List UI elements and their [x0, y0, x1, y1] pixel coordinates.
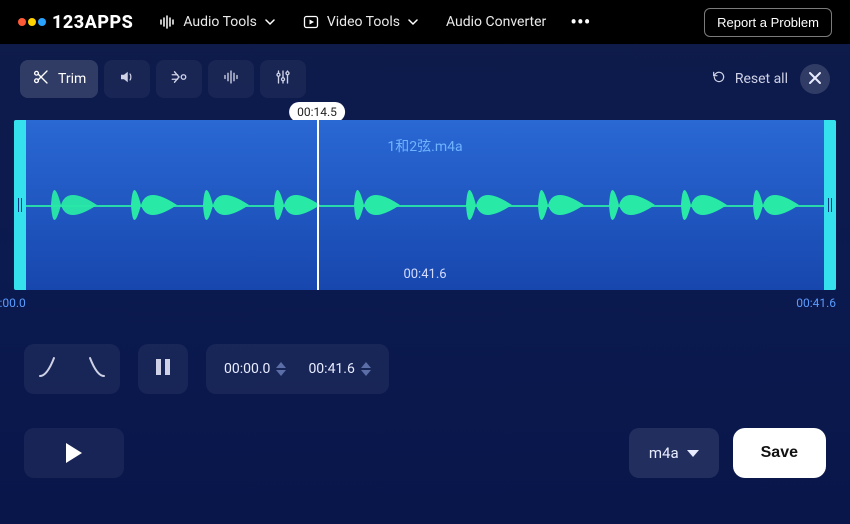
playhead-line[interactable] — [317, 120, 319, 290]
waveform[interactable]: 1和2弦.m4a 00:41.6 — [14, 120, 836, 290]
app-logo[interactable]: 123APPS — [18, 12, 133, 33]
playhead-time-bubble: 00:14.5 — [289, 102, 345, 122]
equalizer-icon — [274, 68, 292, 90]
trim-start-up[interactable] — [276, 362, 286, 368]
trim-end-up[interactable] — [361, 362, 371, 368]
crossfade-button[interactable] — [138, 344, 188, 394]
menu-audio-tools[interactable]: Audio Tools — [145, 0, 289, 44]
tool-speed[interactable] — [156, 60, 202, 98]
trim-controls: 00:00.0 00:41.6 — [0, 310, 850, 394]
chevron-down-icon — [408, 17, 418, 27]
fade-out-icon — [75, 356, 105, 382]
pitch-icon — [222, 68, 240, 90]
timeline-labels: 00:00.0 00:41.6 — [0, 296, 836, 310]
trim-start-control[interactable]: 00:00.0 — [224, 361, 286, 377]
menu-audio-converter-label: Audio Converter — [446, 14, 546, 30]
menu-video-tools[interactable]: Video Tools — [289, 0, 432, 44]
trim-end-value: 00:41.6 — [308, 361, 354, 377]
reset-all-button[interactable]: Reset all — [711, 69, 788, 89]
volume-icon — [118, 68, 136, 90]
tool-trim[interactable]: Trim — [20, 60, 98, 98]
report-problem-button[interactable]: Report a Problem — [704, 8, 832, 37]
waveform-icon — [159, 14, 175, 30]
brand-text: 123APPS — [52, 12, 133, 33]
trim-end-control[interactable]: 00:41.6 — [308, 361, 370, 377]
fade-in-icon — [39, 356, 69, 382]
trim-handle-right[interactable] — [824, 120, 836, 290]
trim-start-value: 00:00.0 — [224, 361, 270, 377]
tool-pitch[interactable] — [208, 60, 254, 98]
scissors-icon — [32, 68, 50, 90]
undo-icon — [711, 69, 727, 89]
play-button[interactable] — [24, 428, 124, 478]
tool-trim-label: Trim — [58, 71, 86, 87]
chevron-down-icon — [687, 450, 699, 457]
tool-volume[interactable] — [104, 60, 150, 98]
bottom-bar: m4a Save — [0, 394, 850, 478]
play-icon — [66, 443, 82, 463]
save-button[interactable]: Save — [733, 428, 826, 478]
timeline-end-label: 00:41.6 — [796, 296, 836, 310]
reset-all-label: Reset all — [735, 71, 788, 87]
trim-handle-left[interactable] — [14, 120, 26, 290]
trim-start-down[interactable] — [276, 370, 286, 376]
menu-audio-converter[interactable]: Audio Converter — [432, 0, 560, 44]
trim-end-down[interactable] — [361, 370, 371, 376]
crossfade-icon — [152, 356, 174, 382]
waveform-area: 00:14.5 1和2弦.m4a 00:41.6 — [14, 120, 836, 290]
chevron-down-icon — [265, 17, 275, 27]
timeline-start-label: 00:00.0 — [0, 296, 26, 310]
menu-video-tools-label: Video Tools — [327, 14, 400, 30]
trim-time-box: 00:00.0 00:41.6 — [206, 344, 389, 394]
tool-equalizer[interactable] — [260, 60, 306, 98]
app-header: 123APPS Audio Tools Video Tools Audio Co… — [0, 0, 850, 44]
track-filename: 1和2弦.m4a — [387, 136, 462, 156]
ellipsis-icon: ••• — [570, 10, 590, 34]
track-duration: 00:41.6 — [403, 267, 446, 282]
speed-icon — [170, 68, 188, 90]
close-icon — [808, 70, 822, 89]
close-button[interactable] — [800, 64, 830, 94]
editor-toolbar: Trim Reset all — [0, 44, 850, 98]
menu-more-button[interactable]: ••• — [560, 10, 600, 34]
format-value: m4a — [649, 444, 679, 462]
logo-dots-icon — [18, 18, 46, 26]
format-select[interactable]: m4a — [629, 428, 719, 478]
fade-button[interactable] — [24, 344, 120, 394]
video-play-icon — [303, 14, 319, 30]
menu-audio-tools-label: Audio Tools — [183, 14, 257, 30]
